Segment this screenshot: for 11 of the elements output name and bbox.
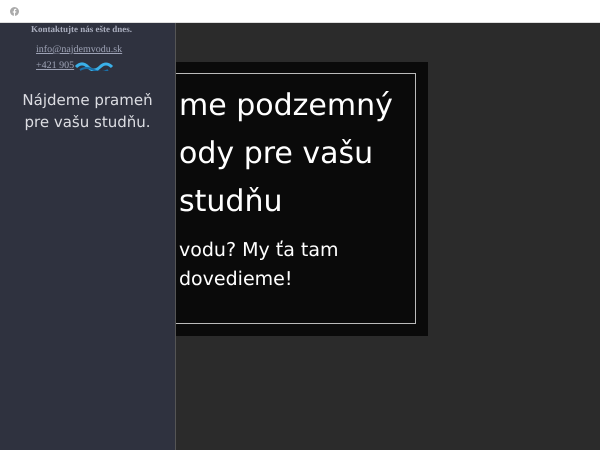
hero-heading-line: studňu bbox=[179, 183, 284, 221]
contact-heading: Kontaktujte nás ešte dnes. bbox=[31, 23, 134, 35]
hero-heading-line: me podzemný bbox=[179, 87, 394, 125]
hero-subheading-line: vodu? My ťa tam bbox=[179, 238, 340, 263]
facebook-icon[interactable] bbox=[10, 6, 19, 16]
phone-link[interactable]: +421 905 bbox=[36, 59, 74, 73]
email-link[interactable]: info@najdemvodu.sk bbox=[36, 43, 122, 57]
hero-heading-line: ody pre vašu bbox=[179, 135, 374, 173]
hero-subheading-line: dovedieme! bbox=[179, 267, 294, 292]
wave-logo-icon bbox=[74, 61, 114, 71]
tagline: Nájdeme prameň pre vašu studňu. bbox=[21, 90, 154, 133]
